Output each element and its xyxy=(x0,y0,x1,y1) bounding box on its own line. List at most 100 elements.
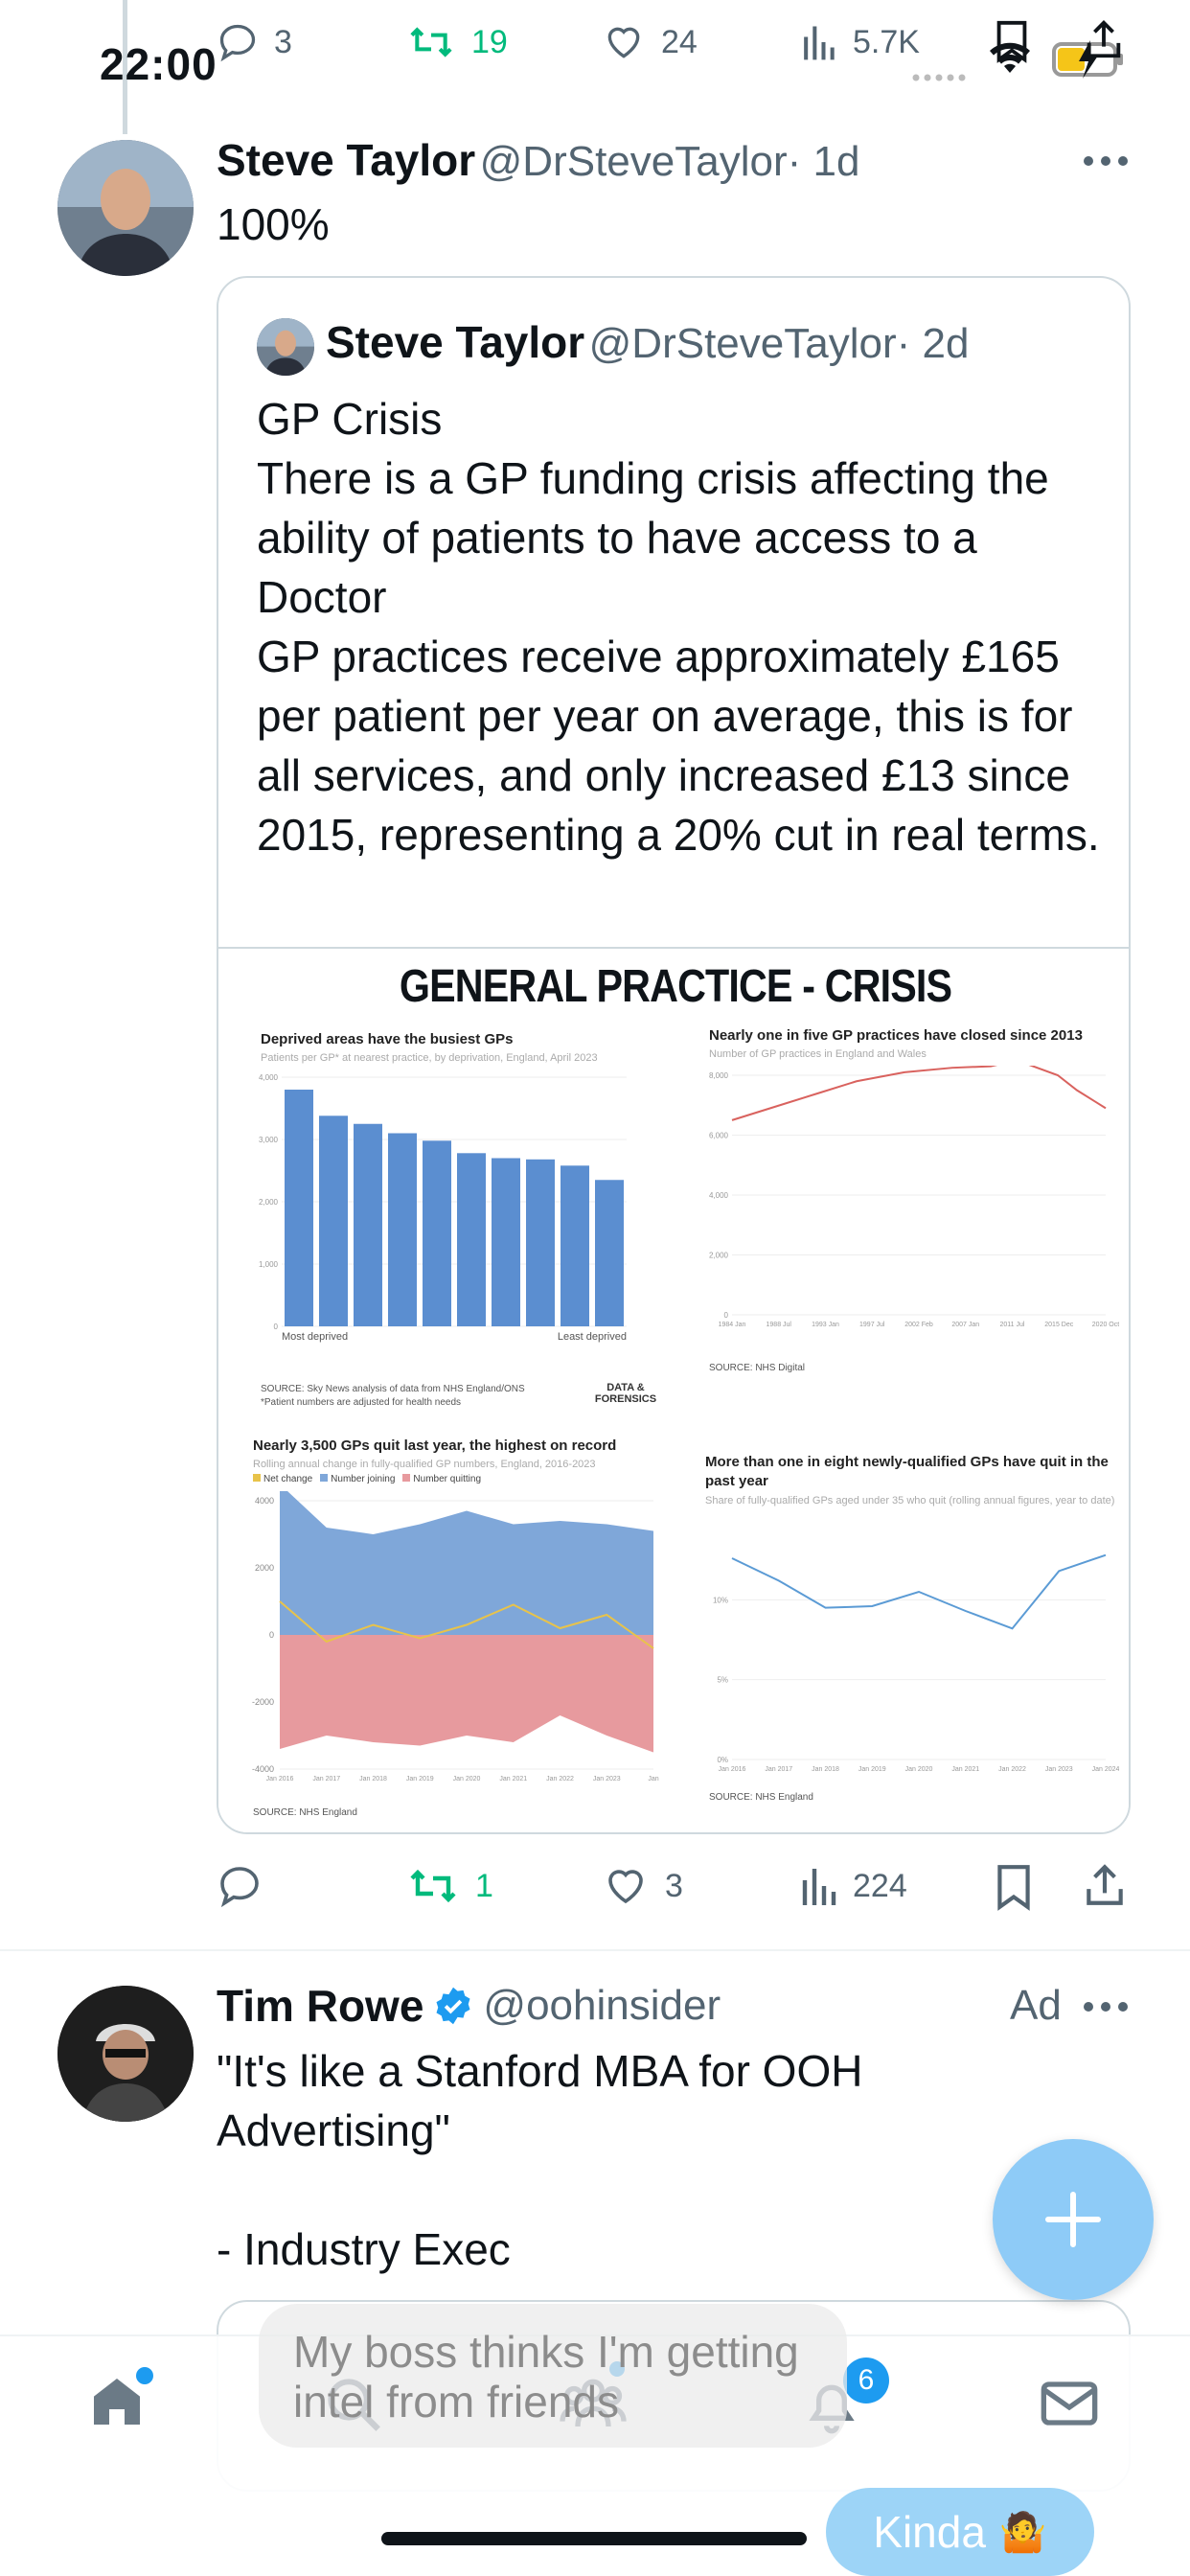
kinda-label: Kinda xyxy=(873,2507,986,2557)
chart4-ytick: 5% xyxy=(717,1676,728,1685)
chart1-bar xyxy=(423,1140,451,1326)
brand-logo: DATA & FORENSICS xyxy=(594,1382,657,1405)
views-button[interactable]: 224 xyxy=(799,1863,907,1909)
chart2-ytick: 0 xyxy=(724,1311,729,1320)
tweet-header: Steve Taylor @DrSteveTaylor· 1d xyxy=(217,134,859,186)
like-count: 3 xyxy=(665,1867,683,1904)
chart1-bar xyxy=(561,1165,589,1326)
retweet-count: 19 xyxy=(471,23,508,60)
heart-icon xyxy=(602,21,646,63)
retweet-icon xyxy=(406,21,456,63)
chart4-xtick: Jan 2024 xyxy=(1092,1766,1119,1773)
chart1-xlabel-last: Least deprived xyxy=(558,1331,627,1343)
chart2-xtick: 1984 Jan xyxy=(719,1322,746,1328)
share-icon[interactable] xyxy=(1083,1861,1127,1909)
like-count: 24 xyxy=(661,23,698,60)
chart3-xtick: Jan 2019 xyxy=(406,1776,434,1782)
retweet-button-top[interactable]: 19 xyxy=(406,21,508,63)
retweet-button[interactable]: 1 xyxy=(406,1863,493,1909)
reply-icon xyxy=(217,1863,263,1909)
tweet-age: · 1d xyxy=(787,138,860,185)
home-indicator xyxy=(381,2532,807,2545)
chart1-bar xyxy=(285,1090,313,1326)
like-button[interactable]: 3 xyxy=(602,1863,683,1909)
chart2-ytick: 2,000 xyxy=(709,1252,729,1260)
chart4-xtick: Jan 2020 xyxy=(905,1766,933,1773)
kinda-reply-button[interactable]: Kinda 🤷 xyxy=(826,2488,1094,2576)
chart1-ytick: 3,000 xyxy=(259,1136,279,1144)
chart4-ytick: 10% xyxy=(713,1596,728,1604)
reply-count: 3 xyxy=(274,23,292,60)
chart3-ytick: -2000 xyxy=(252,1697,274,1707)
chart4-title: More than one in eight newly-qualified G… xyxy=(705,1454,1109,1489)
message-toast[interactable]: My boss thinks I'm getting intel from fr… xyxy=(259,2304,847,2448)
plus-icon xyxy=(1045,2192,1101,2247)
avatar[interactable] xyxy=(57,140,194,276)
chart1-source: SOURCE: Sky News analysis of data from N… xyxy=(261,1384,525,1394)
share-icon-top[interactable] xyxy=(1083,17,1125,61)
views-count: 224 xyxy=(853,1867,907,1904)
chart1-ytick: 1,000 xyxy=(259,1260,279,1269)
chart2-xtick: 1988 Jul xyxy=(767,1322,792,1328)
chart4-xtick: Jan 2023 xyxy=(1045,1766,1073,1773)
mail-icon[interactable] xyxy=(1039,2377,1100,2430)
chart1-ytick: 2,000 xyxy=(259,1198,279,1207)
chart4-xtick: Jan 2016 xyxy=(719,1766,746,1773)
chart3-xtick: Jan 2017 xyxy=(312,1776,340,1782)
quoted-author-handle: @DrSteveTaylor xyxy=(588,320,897,367)
ad-label: Ad xyxy=(1010,1982,1062,2029)
chart1-bar xyxy=(492,1158,520,1326)
chart3-subtitle: Rolling annual change in fully-qualified… xyxy=(253,1459,596,1470)
chart4-ytick: 0% xyxy=(717,1756,728,1764)
ad-author-handle[interactable]: @oohinsider xyxy=(483,1982,721,2030)
chart1-ytick: 0 xyxy=(274,1322,279,1331)
tweet-divider xyxy=(0,1949,1190,1951)
wifi-icon xyxy=(985,38,1035,77)
more-icon[interactable] xyxy=(1083,153,1129,169)
retweet-icon xyxy=(406,1863,460,1909)
chart1-bar xyxy=(526,1159,555,1326)
reply-button[interactable] xyxy=(217,1863,278,1909)
chart3-xtick: Jan 2022 xyxy=(546,1776,574,1782)
chart3-ytick: 0 xyxy=(269,1630,274,1640)
chart1-bar xyxy=(595,1180,624,1326)
bookmark-icon[interactable] xyxy=(993,1863,1035,1911)
ad-text: "It's like a Stanford MBA for OOH Advert… xyxy=(217,2046,863,2274)
chart2-xtick: 2020 Oct xyxy=(1092,1322,1119,1328)
quoted-tweet[interactable]: Steve Taylor @DrSteveTaylor· 2d GP Crisi… xyxy=(217,276,1131,1834)
chart3-quitting-area xyxy=(280,1635,653,1753)
verified-badge-icon xyxy=(433,1986,473,2026)
chart4-source: SOURCE: NHS England xyxy=(709,1792,813,1803)
ad-header: Tim Rowe @oohinsider xyxy=(217,1980,721,2032)
chart3-legend-item: Number quitting xyxy=(402,1474,481,1484)
chart1-svg: 0 1,000 2,000 3,000 4,000 Most deprived Least … xyxy=(259,1073,627,1343)
chart3-title: Nearly 3,500 GPs quit last year, the hig… xyxy=(253,1438,617,1454)
ad-author-name[interactable]: Tim Rowe xyxy=(217,1980,423,2032)
signal-dots xyxy=(912,69,966,81)
views-button-top[interactable]: 5.7K xyxy=(799,21,920,63)
shrug-emoji-icon: 🤷 xyxy=(998,2511,1047,2554)
views-icon xyxy=(799,21,837,63)
chart4-xtick: Jan 2019 xyxy=(858,1766,886,1773)
status-time: 22:00 xyxy=(100,39,217,89)
like-button-top[interactable]: 24 xyxy=(602,21,698,63)
chart2-line xyxy=(731,1066,1107,1121)
ad-more-icon[interactable] xyxy=(1083,1999,1129,2014)
compose-button[interactable] xyxy=(993,2139,1154,2300)
infographic-title: GENERAL PRACTICE - CRISIS xyxy=(399,961,952,1012)
chart4-xtick: Jan 2022 xyxy=(998,1766,1026,1773)
ad-avatar[interactable] xyxy=(57,1986,194,2122)
chart3-legend-item: Number joining xyxy=(320,1474,395,1484)
author-name[interactable]: Steve Taylor xyxy=(217,135,475,185)
reply-icon xyxy=(217,21,259,63)
chart3-joining-area xyxy=(280,1491,653,1635)
chart1-bar xyxy=(457,1153,486,1326)
chart1-bar xyxy=(354,1123,382,1326)
chart1-xlabel-first: Most deprived xyxy=(282,1331,348,1343)
infographic[interactable]: GENERAL PRACTICE - CRISIS Deprived areas… xyxy=(218,947,1129,1832)
quoted-author-name: Steve Taylor xyxy=(326,317,585,367)
chart1-note: *Patient numbers are adjusted for health… xyxy=(261,1397,462,1408)
chart2-xtick: 2007 Jan xyxy=(951,1322,979,1328)
reply-button-top[interactable]: 3 xyxy=(217,21,292,63)
author-handle[interactable]: @DrSteveTaylor xyxy=(480,138,788,185)
